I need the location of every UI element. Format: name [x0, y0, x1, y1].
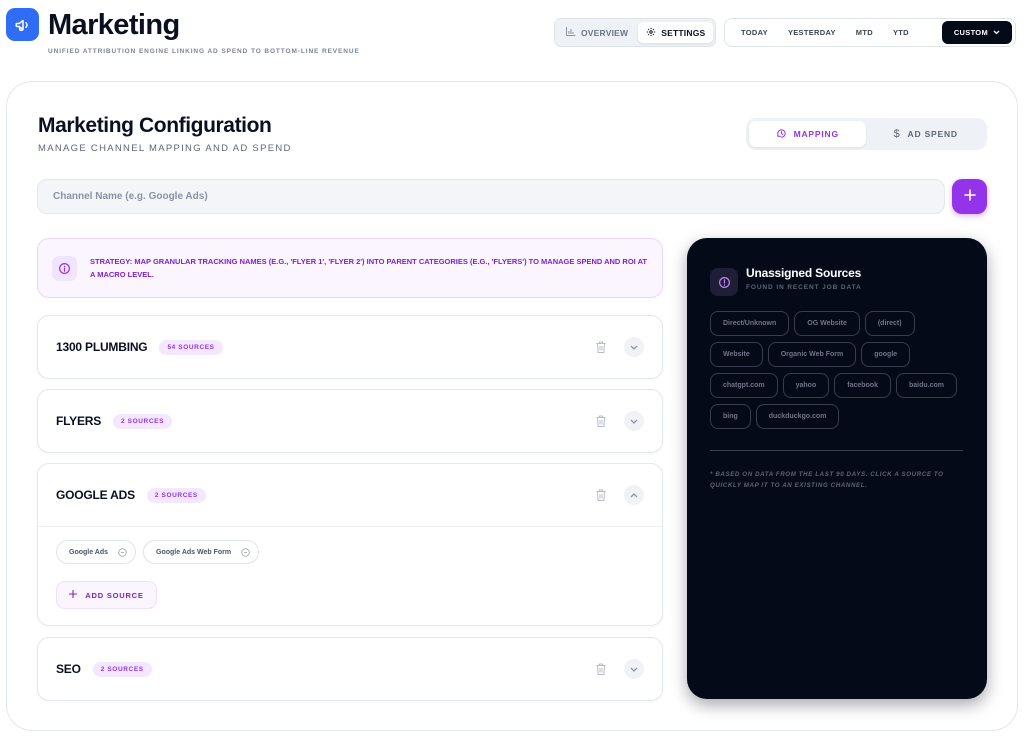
range-custom-label: CUSTOM	[953, 28, 988, 37]
info-icon	[52, 255, 77, 281]
tab-ad-spend-label: AD SPEND	[907, 129, 958, 139]
channel-card-seo: SEO 2 SOURCES	[37, 637, 663, 701]
unassigned-source-chip[interactable]: baidu.com	[895, 373, 957, 398]
app-subtitle: UNIFIED ATTRIBUTION ENGINE LINKING AD SP…	[48, 48, 360, 55]
strategy-text: STRATEGY: MAP GRANULAR TRACKING NAMES (E…	[90, 255, 648, 281]
source-chip-label: Google Ads Web Form	[156, 548, 232, 556]
tab-mapping[interactable]: MAPPING	[749, 121, 866, 147]
channel-card-header[interactable]: FLYERS 2 SOURCES	[38, 390, 662, 452]
chevron-down-icon[interactable]	[624, 659, 644, 679]
range-yesterday-button[interactable]: YESTERDAY	[778, 21, 846, 44]
add-channel-button[interactable]	[952, 179, 987, 214]
trash-icon[interactable]	[594, 339, 608, 355]
range-ytd-button[interactable]: YTD	[883, 21, 919, 44]
unassigned-sources-panel: Unassigned Sources FOUND IN RECENT JOB D…	[687, 238, 987, 699]
trash-icon[interactable]	[594, 413, 608, 429]
page-title: Marketing Configuration	[38, 114, 272, 137]
range-mtd-button[interactable]: MTD	[846, 21, 883, 44]
unassigned-source-chip[interactable]: Website	[710, 342, 763, 367]
unassigned-source-chip[interactable]: OG Website	[794, 311, 860, 336]
page-subtitle: MANAGE CHANNEL MAPPING AND AD SPEND	[38, 143, 292, 154]
unassigned-source-list: Direct/Unknown OG Website (direct) Websi…	[710, 311, 970, 429]
unassigned-subtitle: FOUND IN RECENT JOB DATA	[746, 284, 862, 291]
add-source-button[interactable]: ADD SOURCE	[56, 581, 157, 609]
gear-icon	[646, 27, 656, 39]
alert-circle-icon	[710, 268, 738, 296]
remove-circle-icon[interactable]	[240, 547, 250, 557]
unassigned-source-chip[interactable]: yahoo	[782, 373, 830, 398]
strategy-label: STRATEGY:	[90, 257, 133, 266]
source-count-badge: 2 SOURCES	[113, 413, 173, 429]
tab-overview-label: OVERVIEW	[581, 27, 629, 38]
unassigned-title: Unassigned Sources	[746, 266, 862, 280]
unassigned-source-chip[interactable]: duckduckgo.com	[755, 404, 840, 429]
dollar-icon: $	[893, 128, 901, 140]
tab-settings[interactable]: SETTINGS	[638, 22, 714, 43]
unassigned-source-chip[interactable]: bing	[710, 404, 751, 429]
range-custom-button[interactable]: CUSTOM	[941, 21, 1012, 44]
range-today-button[interactable]: TODAY	[731, 21, 778, 44]
channel-card-header[interactable]: GOOGLE ADS 2 SOURCES	[38, 464, 662, 526]
mode-toggle: MAPPING $ AD SPEND	[746, 118, 987, 150]
mapped-sources: Google Ads Google Ads Web Form	[56, 540, 644, 564]
unassigned-source-chip[interactable]: google	[861, 342, 911, 367]
bar-chart-icon	[566, 27, 576, 38]
trash-icon[interactable]	[594, 661, 608, 677]
unassigned-source-chip[interactable]: (direct)	[864, 311, 915, 336]
source-chip: Google Ads Web Form	[143, 540, 260, 564]
unassigned-source-chip[interactable]: chatgpt.com	[710, 373, 778, 398]
channel-name: GOOGLE ADS	[56, 488, 135, 502]
date-range-group: TODAY YESTERDAY MTD YTD CUSTOM	[724, 18, 1016, 47]
divider	[710, 450, 963, 451]
channel-name: 1300 PLUMBING	[56, 340, 148, 354]
add-source-label: ADD SOURCE	[85, 590, 144, 600]
plus-icon	[963, 189, 976, 204]
tab-settings-label: SETTINGS	[661, 27, 706, 38]
channel-card-body: Google Ads Google Ads Web Form ADD SOURC…	[38, 526, 662, 625]
app-title: Marketing	[48, 9, 180, 41]
plus-icon	[69, 589, 78, 600]
channel-name: SEO	[56, 662, 81, 676]
source-count-badge: 54 SOURCES	[159, 339, 223, 355]
mapping-icon	[776, 128, 787, 141]
tab-mapping-label: MAPPING	[793, 129, 839, 139]
chevron-down-icon[interactable]	[624, 411, 644, 431]
unassigned-source-chip[interactable]: facebook	[834, 373, 891, 398]
source-count-badge: 2 SOURCES	[146, 487, 206, 503]
unassigned-source-chip[interactable]: Organic Web Form	[767, 342, 857, 367]
unassigned-note: * BASED ON DATA FROM THE LAST 90 DAYS. C…	[710, 471, 944, 489]
source-chip: Google Ads	[56, 540, 137, 564]
chevron-down-icon	[993, 28, 1000, 37]
strategy-callout: STRATEGY: MAP GRANULAR TRACKING NAMES (E…	[37, 238, 663, 298]
channel-card-1300-plumbing: 1300 PLUMBING 54 SOURCES	[37, 315, 663, 379]
channel-card-google-ads: GOOGLE ADS 2 SOURCES Google Ads Google A…	[37, 463, 663, 626]
source-chip-label: Google Ads	[69, 548, 109, 556]
view-toggle: OVERVIEW SETTINGS	[554, 18, 716, 47]
source-count-badge: 2 SOURCES	[92, 661, 152, 677]
unassigned-source-chip[interactable]: Direct/Unknown	[710, 311, 790, 336]
chevron-up-icon[interactable]	[624, 485, 644, 505]
channel-card-header[interactable]: 1300 PLUMBING 54 SOURCES	[38, 316, 662, 378]
tab-ad-spend[interactable]: $ AD SPEND	[868, 121, 985, 147]
tab-overview[interactable]: OVERVIEW	[558, 22, 636, 43]
chevron-down-icon[interactable]	[624, 337, 644, 357]
remove-circle-icon[interactable]	[117, 547, 127, 557]
channel-card-header[interactable]: SEO 2 SOURCES	[38, 638, 662, 700]
strategy-body: MAP GRANULAR TRACKING NAMES (E.G., 'FLYE…	[90, 257, 648, 279]
channel-name: FLYERS	[56, 414, 102, 428]
channel-name-input[interactable]	[37, 179, 945, 214]
trash-icon[interactable]	[594, 487, 608, 503]
megaphone-icon	[6, 8, 39, 41]
channel-card-flyers: FLYERS 2 SOURCES	[37, 389, 663, 453]
